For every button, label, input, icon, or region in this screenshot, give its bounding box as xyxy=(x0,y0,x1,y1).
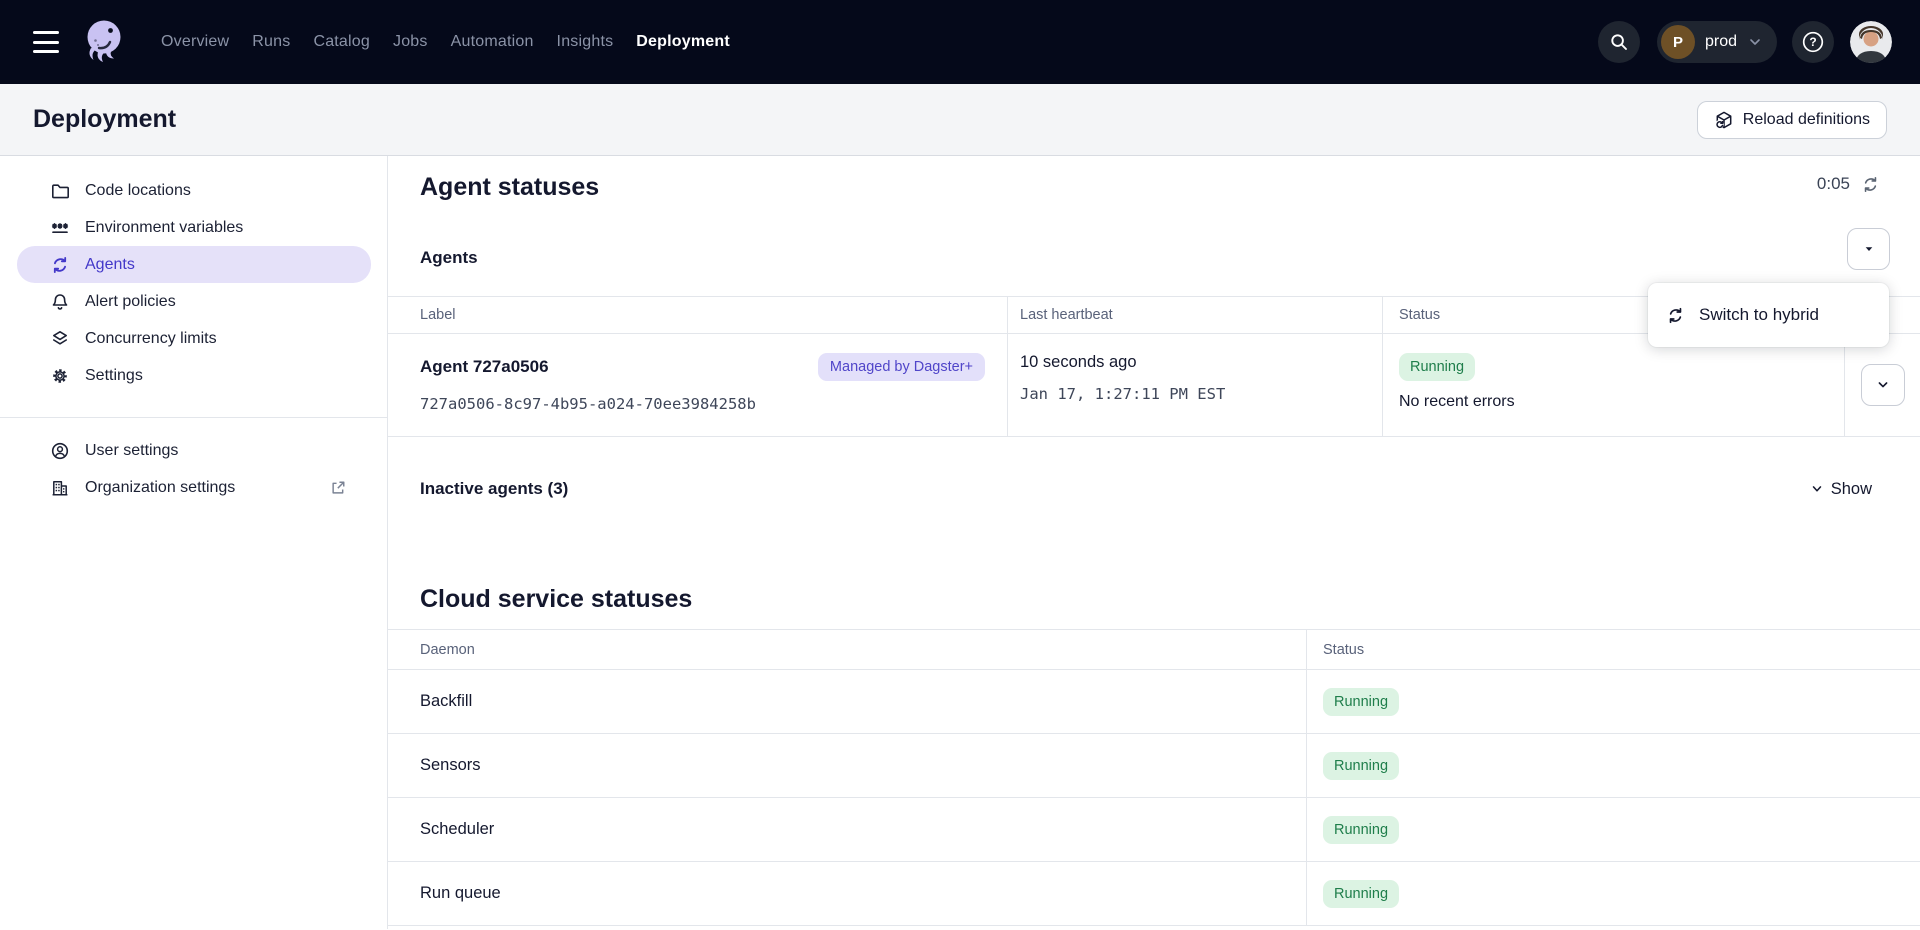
refresh-icon[interactable] xyxy=(1861,175,1880,194)
status-badge: Running xyxy=(1323,816,1399,844)
status-badge: Running xyxy=(1323,688,1399,716)
daemon-row-scheduler: Scheduler Running xyxy=(388,798,1920,862)
daemon-row-sensors: Sensors Running xyxy=(388,734,1920,798)
daemon-row-run-queue: Run queue Running xyxy=(388,862,1920,926)
organization-icon xyxy=(50,478,70,498)
column-header-status: Status xyxy=(1307,630,1920,670)
cloud-services-header: Daemon Status xyxy=(388,630,1920,670)
env-vars-icon xyxy=(50,218,70,238)
sidebar-item-environment-variables[interactable]: Environment variables xyxy=(17,209,371,246)
svg-text:?: ? xyxy=(1809,35,1816,49)
agent-sync-icon xyxy=(1666,306,1685,325)
primary-nav: Overview Runs Catalog Jobs Automation In… xyxy=(161,33,730,51)
nav-link-overview[interactable]: Overview xyxy=(161,33,229,51)
sidebar-item-alert-policies[interactable]: Alert policies xyxy=(17,283,371,320)
inactive-agents-label: Inactive agents (3) xyxy=(420,479,568,499)
folder-icon xyxy=(50,181,70,201)
help-button[interactable]: ? xyxy=(1792,21,1834,63)
nav-right-controls: P prod ? xyxy=(1598,21,1892,63)
top-nav: Overview Runs Catalog Jobs Automation In… xyxy=(0,0,1920,84)
sidebar-item-organization-settings[interactable]: Organization settings xyxy=(17,469,371,506)
nav-link-catalog[interactable]: Catalog xyxy=(313,33,370,51)
column-header-heartbeat: Last heartbeat xyxy=(1008,297,1383,334)
menu-item-switch-to-hybrid[interactable]: Switch to hybrid xyxy=(1648,291,1889,339)
external-link-icon xyxy=(329,479,347,497)
agent-row: Agent 727a0506 Managed by Dagster+ 727a0… xyxy=(388,334,1920,437)
deployment-name: prod xyxy=(1705,33,1737,51)
agent-statuses-title: Agent statuses xyxy=(420,172,1920,202)
main-content: Agent statuses 0:05 Agents Label L xyxy=(388,156,1920,929)
nav-link-insights[interactable]: Insights xyxy=(557,33,614,51)
user-avatar[interactable] xyxy=(1850,21,1892,63)
user-avatar-image xyxy=(1850,21,1892,63)
managed-badge: Managed by Dagster+ xyxy=(818,353,985,381)
search-button[interactable] xyxy=(1598,21,1640,63)
chevron-down-icon xyxy=(1810,482,1824,496)
sidebar-item-agents[interactable]: Agents xyxy=(17,246,371,283)
reload-definitions-label: Reload definitions xyxy=(1743,111,1870,129)
page-header: Deployment Reload definitions xyxy=(0,84,1920,156)
caret-down-icon xyxy=(1863,243,1875,255)
help-icon: ? xyxy=(1801,30,1825,54)
sidebar-item-concurrency-limits[interactable]: Concurrency limits xyxy=(17,320,371,357)
nav-link-automation[interactable]: Automation xyxy=(451,33,534,51)
agent-name: Agent 727a0506 xyxy=(420,357,549,377)
layers-icon xyxy=(50,329,70,349)
heartbeat-relative: 10 seconds ago xyxy=(1020,353,1382,372)
chevron-down-icon xyxy=(1875,377,1891,393)
heartbeat-timestamp: Jan 17, 1:27:11 PM EST xyxy=(1020,385,1382,403)
gear-icon xyxy=(50,366,70,386)
inactive-agents-show-toggle[interactable]: Show xyxy=(1810,480,1872,499)
agent-status-note: No recent errors xyxy=(1399,393,1844,411)
inactive-agents-row: Inactive agents (3) Show xyxy=(388,479,1920,499)
chevron-down-icon xyxy=(1747,34,1763,50)
reload-package-icon xyxy=(1714,110,1734,130)
agents-actions-dropdown-button[interactable] xyxy=(1847,228,1890,270)
search-icon xyxy=(1609,32,1629,52)
nav-link-runs[interactable]: Runs xyxy=(252,33,290,51)
cloud-service-statuses-title: Cloud service statuses xyxy=(420,584,1920,614)
page-title: Deployment xyxy=(33,105,176,134)
agent-sync-icon xyxy=(50,255,70,275)
cloud-services-table: Daemon Status Backfill Running Sensors R… xyxy=(388,629,1920,926)
menu-icon[interactable] xyxy=(33,31,59,53)
status-badge: Running xyxy=(1323,752,1399,780)
column-header-label: Label xyxy=(388,297,1008,334)
dagster-logo-icon[interactable] xyxy=(79,15,127,69)
column-header-daemon: Daemon xyxy=(388,630,1307,670)
status-badge: Running xyxy=(1323,880,1399,908)
nav-link-jobs[interactable]: Jobs xyxy=(393,33,428,51)
sidebar-item-settings[interactable]: Settings xyxy=(17,357,371,394)
bell-icon xyxy=(50,292,70,312)
agent-row-expand-button[interactable] xyxy=(1861,364,1905,406)
reload-definitions-button[interactable]: Reload definitions xyxy=(1697,101,1887,139)
refresh-countdown: 0:05 xyxy=(1817,174,1880,194)
deployment-switcher[interactable]: P prod xyxy=(1657,21,1777,63)
countdown-value: 0:05 xyxy=(1817,174,1850,194)
user-icon xyxy=(50,441,70,461)
daemon-row-backfill: Backfill Running xyxy=(388,670,1920,734)
sidebar-item-user-settings[interactable]: User settings xyxy=(17,432,371,469)
agents-heading: Agents xyxy=(420,248,1920,268)
deployment-sidebar: Code locations Environment variables xyxy=(0,156,388,929)
deployment-initial: P xyxy=(1661,25,1695,59)
nav-link-deployment[interactable]: Deployment xyxy=(636,33,730,51)
agents-actions-menu: Switch to hybrid xyxy=(1648,283,1889,347)
agent-status-badge: Running xyxy=(1399,353,1475,381)
agent-uuid: 727a0506-8c97-4b95-a024-70ee3984258b xyxy=(420,395,985,413)
sidebar-item-code-locations[interactable]: Code locations xyxy=(17,172,371,209)
sidebar-divider xyxy=(0,417,387,418)
